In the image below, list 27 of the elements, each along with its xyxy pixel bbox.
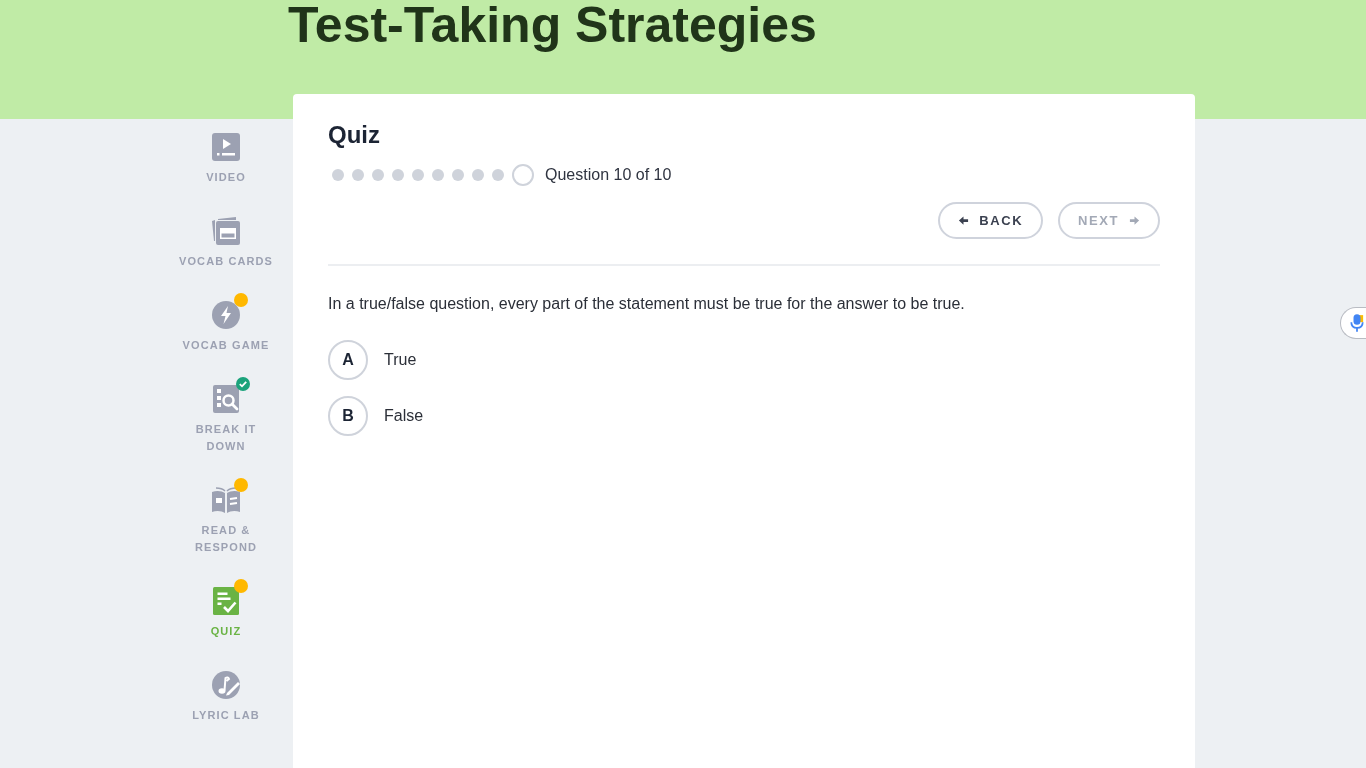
arrow-right-icon [1129, 215, 1140, 226]
arrow-left-icon [958, 215, 970, 226]
sidebar-item[interactable]: QUIZ [170, 585, 282, 640]
answer-text: False [384, 406, 424, 426]
question-text: In a true/false question, every part of the statement must be true for the answer to be true. [328, 294, 965, 314]
lightning-icon [210, 299, 242, 331]
sidebar-item[interactable]: LYRIC LAB [170, 669, 282, 724]
cards-icon [210, 215, 242, 247]
answer-letter-button[interactable]: B [328, 396, 368, 436]
answer-letter-button[interactable]: A [328, 340, 368, 380]
page-title: Test-Taking Strategies [288, 0, 817, 50]
answer-text: True [384, 350, 417, 370]
book-icon [210, 484, 242, 516]
progress-text: Question 10 of 10 [545, 165, 672, 185]
sidebar-item[interactable]: BREAK IT DOWN [170, 383, 282, 455]
sidebar-item[interactable]: VOCAB CARDS [170, 215, 282, 270]
checklist-icon [210, 585, 242, 617]
microphone-button[interactable] [1340, 307, 1366, 339]
video-icon [210, 131, 242, 163]
magnifier-grid-icon [210, 383, 242, 415]
back-button[interactable]: BACK [938, 202, 1044, 239]
microphone-icon [1350, 313, 1364, 333]
quiz-title: Quiz [328, 120, 380, 150]
sidebar-item[interactable]: READ & RESPOND [170, 484, 282, 556]
sidebar-item[interactable]: VIDEO [170, 131, 282, 186]
sidebar-item[interactable]: VOCAB GAME [170, 299, 282, 354]
music-pencil-icon [210, 669, 242, 701]
